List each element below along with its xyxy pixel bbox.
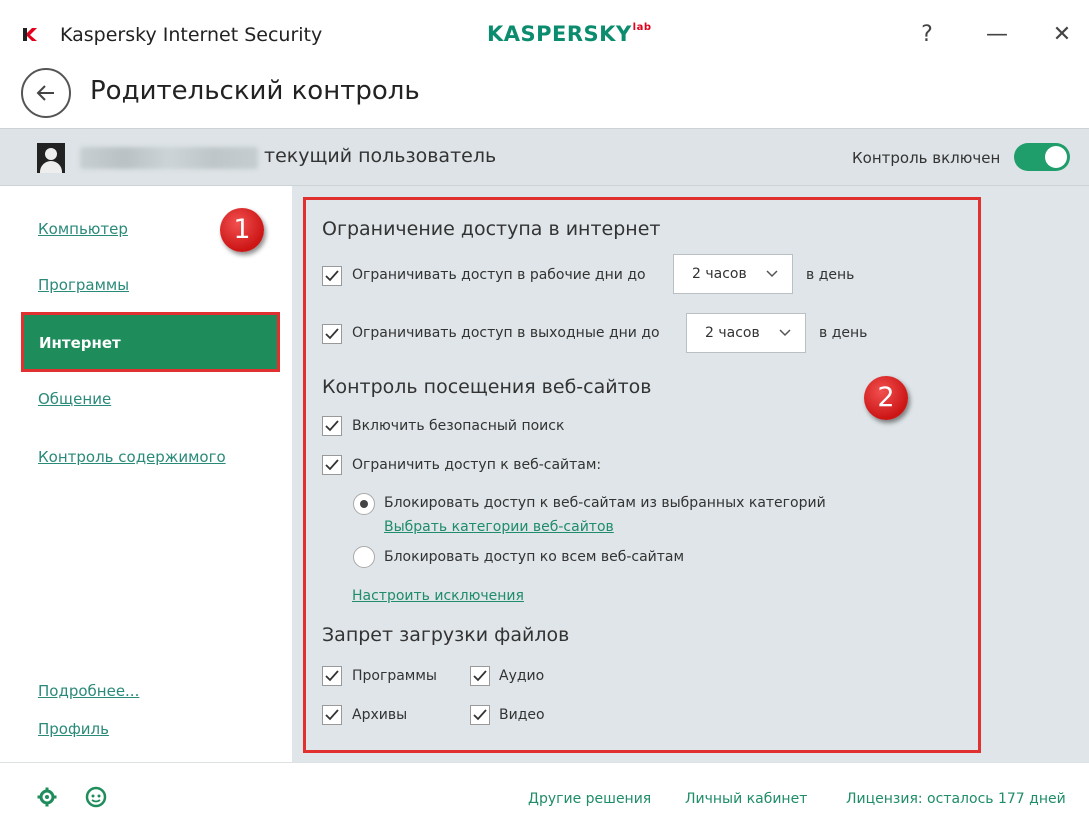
chevron-down-icon — [766, 270, 778, 278]
page-title: Родительский контроль — [90, 76, 420, 106]
workdays-label: Ограничивать доступ в рабочие дни до — [352, 267, 646, 283]
check-icon — [325, 328, 339, 340]
control-toggle[interactable] — [1014, 143, 1070, 171]
weekends-hours-select[interactable]: 2 часов — [686, 313, 806, 353]
gear-icon[interactable] — [37, 787, 57, 807]
configure-exceptions-link[interactable]: Настроить исключения — [352, 588, 524, 604]
kaspersky-logo-icon — [23, 28, 37, 41]
footer: Другие решения Личный кабинет Лицензия: … — [0, 762, 1089, 818]
audio-label: Аудио — [499, 668, 545, 684]
current-user-label: текущий пользователь — [264, 145, 497, 167]
page-header: Родительский контроль — [0, 60, 1089, 128]
back-button[interactable] — [21, 68, 71, 118]
programs-checkbox[interactable] — [322, 666, 342, 686]
check-icon — [325, 420, 339, 432]
profile-link[interactable]: Профиль — [38, 720, 109, 738]
sidebar: Компьютер Программы Интернет Общение Кон… — [0, 186, 292, 762]
avatar-head — [45, 148, 57, 160]
downloads-title: Запрет загрузки файлов — [322, 624, 570, 646]
annotation-badge-2: 2 — [864, 376, 908, 420]
block-categories-label: Блокировать доступ к веб-сайтам из выбра… — [384, 495, 826, 511]
workdays-hours-value: 2 часов — [692, 266, 747, 282]
close-button[interactable]: ✕ — [1047, 20, 1077, 50]
web-control-title: Контроль посещения веб-сайтов — [322, 376, 652, 398]
workdays-checkbox[interactable] — [322, 266, 342, 286]
sidebar-item-content-control[interactable]: Контроль содержимого — [38, 448, 226, 466]
avatar-body — [40, 161, 62, 173]
brand-logo: KASPERSKYlab — [487, 22, 652, 46]
block-all-radio[interactable] — [353, 546, 375, 568]
blurred-user-name — [80, 147, 258, 169]
app-title: Kaspersky Internet Security — [60, 24, 323, 46]
weekends-hours-value: 2 часов — [705, 325, 760, 341]
help-button[interactable]: ? — [912, 20, 942, 50]
archives-checkbox[interactable] — [322, 705, 342, 725]
workdays-hours-select[interactable]: 2 часов — [673, 254, 793, 294]
check-icon — [473, 709, 487, 721]
license-link[interactable]: Лицензия: осталось 177 дней — [846, 791, 1066, 807]
weekends-label: Ограничивать доступ в выходные дни до — [352, 325, 660, 341]
my-account-link[interactable]: Личный кабинет — [685, 791, 807, 807]
block-all-label: Блокировать доступ ко всем веб-сайтам — [384, 549, 685, 565]
radio-dot — [360, 500, 368, 508]
other-solutions-link[interactable]: Другие решения — [528, 791, 651, 807]
weekends-per-day: в день — [819, 325, 868, 341]
minimize-button[interactable]: — — [982, 20, 1012, 50]
control-enabled-label: Контроль включен — [852, 149, 1001, 167]
support-icon[interactable] — [84, 785, 108, 809]
video-checkbox[interactable] — [470, 705, 490, 725]
toggle-knob — [1045, 146, 1067, 168]
weekends-checkbox[interactable] — [322, 324, 342, 344]
check-icon — [325, 270, 339, 282]
video-label: Видео — [499, 707, 545, 723]
avatar — [37, 143, 65, 173]
block-categories-radio[interactable] — [353, 493, 375, 515]
check-icon — [325, 670, 339, 682]
workdays-per-day: в день — [806, 267, 855, 283]
user-bar: текущий пользователь Контроль включен — [0, 128, 1089, 186]
check-icon — [325, 459, 339, 471]
sidebar-item-programs[interactable]: Программы — [38, 276, 129, 294]
safe-search-checkbox[interactable] — [322, 416, 342, 436]
title-bar: Kaspersky Internet Security KASPERSKYlab… — [0, 0, 1089, 60]
sidebar-item-internet[interactable]: Интернет — [21, 312, 280, 372]
safe-search-label: Включить безопасный поиск — [352, 418, 565, 434]
sidebar-item-label: Интернет — [39, 334, 121, 352]
check-icon — [473, 670, 487, 682]
sidebar-item-communication[interactable]: Общение — [38, 390, 111, 408]
brand-logo-text: KASPERSKY — [487, 22, 632, 46]
choose-categories-link[interactable]: Выбрать категории веб-сайтов — [384, 519, 614, 535]
chevron-down-icon — [779, 329, 791, 337]
annotation-badge-1: 1 — [220, 208, 264, 252]
arrow-left-icon — [36, 85, 54, 101]
audio-checkbox[interactable] — [470, 666, 490, 686]
sidebar-item-computer[interactable]: Компьютер — [38, 220, 128, 238]
brand-logo-sup: lab — [632, 22, 652, 33]
archives-label: Архивы — [352, 707, 408, 723]
restrict-sites-checkbox[interactable] — [322, 455, 342, 475]
more-link[interactable]: Подробнее... — [38, 682, 139, 700]
check-icon — [325, 709, 339, 721]
programs-label: Программы — [352, 668, 437, 684]
restrict-sites-label: Ограничить доступ к веб-сайтам: — [352, 457, 602, 473]
internet-access-title: Ограничение доступа в интернет — [322, 218, 661, 240]
